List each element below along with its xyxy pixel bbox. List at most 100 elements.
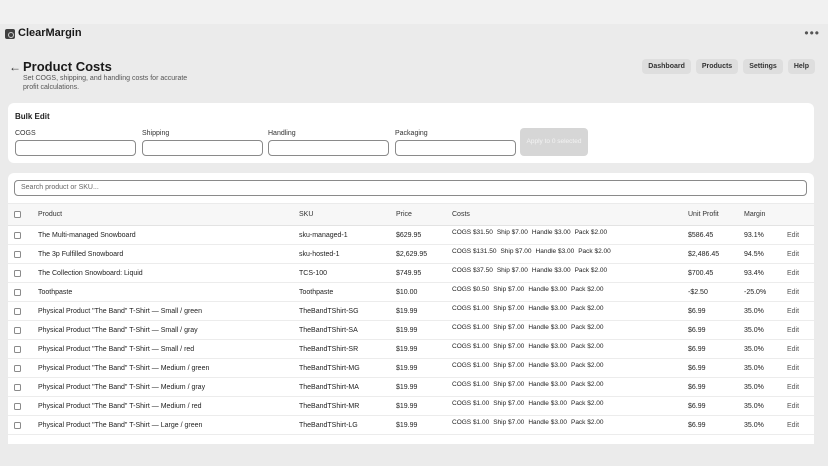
pack-cost: Pack $2.00 (574, 229, 608, 236)
handling-field[interactable] (268, 140, 389, 156)
row-checkbox[interactable] (14, 289, 21, 296)
page-title: Product Costs (23, 59, 112, 74)
pack-cost: Pack $2.00 (570, 400, 604, 407)
dashboard-button[interactable]: Dashboard (642, 59, 691, 74)
edit-button[interactable]: Edit (787, 365, 799, 372)
product-sku: TheBandTShirt-SA (299, 327, 358, 334)
edit-button[interactable]: Edit (787, 384, 799, 391)
handle-cost: Handle $3.00 (535, 248, 575, 255)
handling-label: Handling (268, 130, 296, 137)
edit-button[interactable]: Edit (787, 327, 799, 334)
products-button[interactable]: Products (695, 59, 739, 74)
product-name: Physical Product "The Band" T-Shirt — Me… (38, 403, 202, 410)
packaging-field[interactable] (395, 140, 516, 156)
product-sku: sku-hosted-1 (299, 251, 340, 258)
edit-button[interactable]: Edit (787, 346, 799, 353)
edit-button[interactable]: Edit (787, 270, 799, 277)
product-price: $19.99 (396, 403, 418, 410)
edit-button[interactable]: Edit (787, 422, 799, 429)
select-all-checkbox[interactable] (14, 211, 21, 218)
product-name: The 3p Fulfilled Snowboard (38, 251, 124, 258)
row-checkbox[interactable] (14, 403, 21, 410)
edit-button[interactable]: Edit (787, 308, 799, 315)
table-row: Physical Product "The Band" T-Shirt — Sm… (8, 321, 814, 340)
cogs-cost: COGS $1.00 (452, 343, 490, 350)
ship-cost: Ship $7.00 (493, 305, 525, 312)
product-price: $19.99 (396, 346, 418, 353)
ship-cost: Ship $7.00 (500, 248, 532, 255)
pack-cost: Pack $2.00 (570, 286, 604, 293)
unit-profit: $6.99 (688, 403, 706, 410)
product-sku: TheBandTShirt-LG (299, 422, 358, 429)
edit-button[interactable]: Edit (787, 403, 799, 410)
products-table: Product SKU Price Costs Unit Profit Marg… (8, 204, 814, 444)
cost-breakdown: COGS $131.50 Ship $7.00 Handle $3.00 Pack $… (452, 248, 615, 255)
packaging-label: Packaging (395, 130, 428, 137)
app-title: ClearMargin (18, 27, 82, 39)
row-checkbox[interactable] (14, 365, 21, 372)
shipping-field[interactable] (142, 140, 263, 156)
table-row: The Collection Snowboard: Liquid TCS-100 $… (8, 264, 814, 283)
edit-button[interactable]: Edit (787, 289, 799, 296)
cost-breakdown: COGS $1.00 Ship $7.00 Handle $3.00 Pack $2.… (452, 305, 608, 312)
ship-cost: Ship $7.00 (493, 381, 525, 388)
edit-button[interactable]: Edit (787, 232, 799, 239)
column-costs: Costs (452, 211, 470, 218)
product-name: Physical Product "The Band" T-Shirt — La… (38, 422, 203, 429)
product-sku: TheBandTShirt-MA (299, 384, 359, 391)
product-price: $19.99 (396, 327, 418, 334)
handle-cost: Handle $3.00 (528, 286, 567, 293)
app-logo-icon (5, 29, 15, 39)
product-name: The Multi-managed Snowboard (38, 232, 136, 239)
handle-cost: Handle $3.00 (528, 343, 567, 350)
product-sku: TheBandTShirt-SG (299, 308, 359, 315)
ship-cost: Ship $7.00 (493, 343, 525, 350)
row-checkbox[interactable] (14, 270, 21, 277)
product-name: Physical Product "The Band" T-Shirt — Sm… (38, 327, 198, 334)
cogs-cost: COGS $1.00 (452, 381, 490, 388)
header-nav: Dashboard Products Settings Help (642, 59, 815, 74)
product-price: $2,629.95 (396, 251, 428, 258)
handle-cost: Handle $3.00 (531, 229, 571, 236)
ellipsis-icon[interactable]: ••• (804, 26, 820, 40)
back-arrow-icon[interactable]: ← (9, 60, 21, 74)
margin: 93.4% (744, 270, 764, 277)
handle-cost: Handle $3.00 (528, 324, 567, 331)
table-row: Physical Product "The Band" T-Shirt — Sm… (8, 340, 814, 359)
table-header: Product SKU Price Costs Unit Profit Marg… (8, 204, 814, 226)
unit-profit: $700.45 (688, 270, 714, 277)
handle-cost: Handle $3.00 (528, 381, 567, 388)
column-product: Product (38, 211, 63, 218)
unit-profit: $6.99 (688, 308, 706, 315)
table-row: The Multi-managed Snowboard sku-managed-1… (8, 226, 814, 245)
row-checkbox[interactable] (14, 251, 21, 258)
unit-profit: $6.99 (688, 422, 706, 429)
pack-cost: Pack $2.00 (570, 381, 604, 388)
cost-breakdown: COGS $0.50 Ship $7.00 Handle $3.00 Pack $2.… (452, 286, 608, 293)
help-button[interactable]: Help (787, 59, 815, 74)
row-checkbox[interactable] (14, 232, 21, 239)
cogs-cost: COGS $1.00 (452, 305, 490, 312)
ship-cost: Ship $7.00 (493, 419, 525, 426)
row-checkbox[interactable] (14, 308, 21, 315)
product-sku: TheBandTShirt-MR (299, 403, 360, 410)
settings-button[interactable]: Settings (743, 59, 783, 74)
ship-cost: Ship $7.00 (493, 324, 525, 331)
margin: -25.0% (744, 289, 767, 296)
table-row: The 3p Fulfilled Snowboard sku-hosted-1 $2… (8, 245, 814, 264)
pack-cost: Pack $2.00 (570, 324, 604, 331)
edit-button[interactable]: Edit (787, 251, 799, 258)
row-checkbox[interactable] (14, 346, 21, 353)
row-checkbox[interactable] (14, 422, 21, 429)
row-checkbox[interactable] (14, 384, 21, 391)
pack-cost: Pack $2.00 (570, 343, 604, 350)
product-sku: sku-managed-1 (299, 232, 348, 239)
row-checkbox[interactable] (14, 327, 21, 334)
apply-selected-button[interactable]: Apply to 0 selected (520, 128, 588, 156)
bulk-edit-card: Bulk Edit COGS Shipping Handling Packagi… (8, 103, 814, 163)
cogs-field[interactable] (15, 140, 136, 156)
handle-cost: Handle $3.00 (531, 267, 571, 274)
cogs-cost: COGS $37.50 (452, 267, 493, 274)
search-input[interactable]: Search product or SKU... (14, 180, 807, 196)
unit-profit: -$2.50 (688, 289, 708, 296)
